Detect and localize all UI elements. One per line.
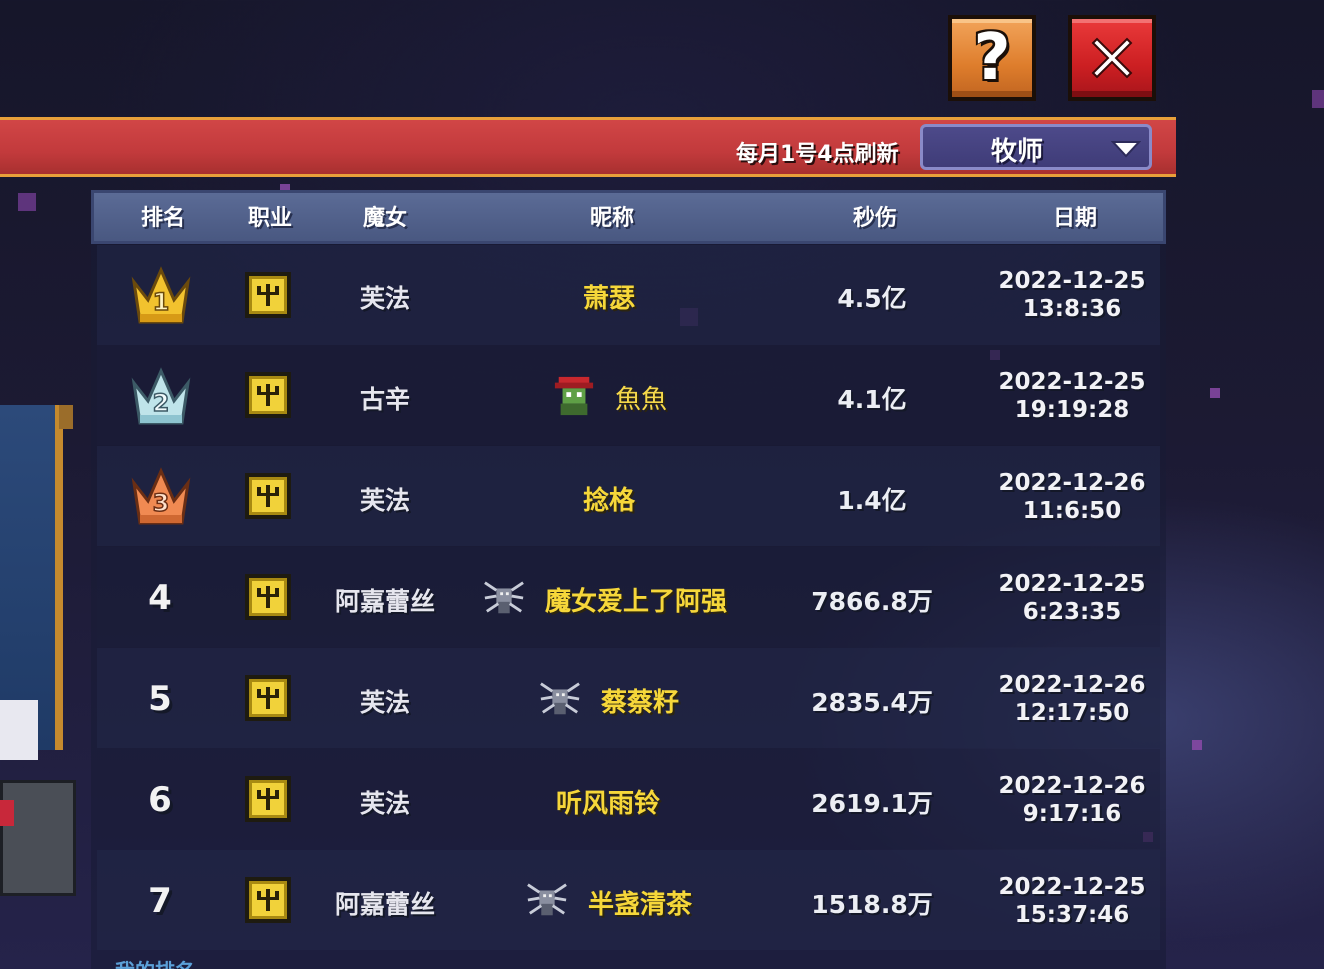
player-nickname[interactable]: 蔡蔡籽 (601, 682, 679, 719)
record-date-day: 2022-12-26 (998, 672, 1146, 698)
priest-class-icon (245, 473, 291, 519)
record-date-time: 19:19:28 (1014, 397, 1130, 423)
priest-class-icon (245, 372, 291, 418)
rank-number: 5 (148, 679, 172, 719)
record-date-time: 9:17:16 (1022, 801, 1122, 827)
record-date-time: 12:17:50 (1014, 700, 1130, 726)
silver-crown-icon: 2 (131, 367, 191, 425)
record-date-day: 2022-12-25 (998, 369, 1146, 395)
record-date-time: 11:6:50 (1022, 498, 1122, 524)
player-character-sprite (0, 700, 76, 969)
question-mark-icon: ? (973, 21, 1011, 95)
priest-class-icon (245, 776, 291, 822)
record-date-day: 2022-12-26 (998, 773, 1146, 799)
character-accent (0, 800, 14, 826)
close-button[interactable] (1068, 15, 1156, 101)
character-body (0, 780, 76, 896)
record-date-time: 15:37:46 (1014, 902, 1130, 928)
witch-name: 芙法 (359, 486, 410, 515)
record-date-day: 2022-12-25 (998, 571, 1146, 597)
record-date: 2022-12-25 15:37:46 (972, 873, 1172, 929)
player-nickname[interactable]: 听风雨铃 (556, 783, 660, 820)
spider-avatar-icon (540, 682, 580, 715)
witch-name: 芙法 (359, 688, 410, 717)
record-date: 2022-12-25 13:8:36 (972, 267, 1172, 323)
player-nickname[interactable]: 半盏清茶 (588, 884, 692, 921)
background-building (0, 405, 73, 750)
priest-class-icon (245, 877, 291, 923)
witch-name: 阿嘉蕾丝 (334, 890, 435, 919)
record-date-day: 2022-12-26 (998, 470, 1146, 496)
svg-text:3: 3 (153, 489, 170, 517)
dps-value: 1518.8万 (811, 890, 933, 919)
column-header-witch: 魔女 (362, 206, 407, 231)
column-header-nickname: 昵称 (589, 206, 634, 231)
my-rank-label[interactable]: 我的排名 (115, 955, 195, 969)
rank-number: 7 (148, 881, 172, 921)
record-date-day: 2022-12-25 (998, 874, 1146, 900)
dps-value: 7866.8万 (811, 587, 933, 616)
dps-value: 4.1亿 (837, 385, 907, 414)
record-date: 2022-12-26 11:6:50 (972, 469, 1172, 525)
player-nickname[interactable]: 魔女爱上了阿强 (545, 581, 727, 618)
priest-class-icon (245, 675, 291, 721)
player-nickname[interactable]: 魚魚 (615, 379, 667, 416)
witch-name: 阿嘉蕾丝 (334, 587, 435, 616)
gold-crown-icon: 1 (131, 266, 191, 324)
dps-value: 2835.4万 (811, 688, 933, 717)
rank-number: 6 (148, 780, 172, 820)
witch-name: 芙法 (359, 789, 410, 818)
sparkle-decoration (1192, 740, 1202, 750)
class-filter-value: 牧师 (991, 137, 1044, 167)
player-nickname[interactable]: 捻格 (583, 480, 635, 517)
record-date: 2022-12-25 6:23:35 (972, 570, 1172, 626)
chevron-down-icon (1111, 141, 1141, 158)
spider-avatar-icon (527, 883, 567, 916)
bronze-crown-icon: 3 (131, 467, 191, 525)
spider-avatar-icon (484, 581, 524, 614)
record-date-time: 13:8:36 (1022, 296, 1122, 322)
record-date: 2022-12-26 9:17:16 (972, 772, 1172, 828)
svg-text:1: 1 (153, 288, 170, 316)
svg-text:2: 2 (153, 389, 170, 417)
record-date: 2022-12-25 19:19:28 (972, 368, 1172, 424)
sparkle-decoration (18, 193, 36, 211)
refresh-note: 每月1号4点刷新 (736, 142, 899, 167)
priest-class-icon (245, 272, 291, 318)
column-header-dps: 秒伤 (852, 206, 897, 231)
dps-value: 1.4亿 (837, 486, 907, 515)
class-filter-dropdown[interactable]: 牧师 (920, 124, 1152, 170)
column-header-date: 日期 (1052, 206, 1097, 231)
player-nickname[interactable]: 萧瑟 (583, 278, 635, 315)
red-goblin-avatar-icon (554, 376, 594, 416)
rank-number: 4 (148, 578, 172, 618)
character-hair (0, 700, 38, 760)
witch-name: 芙法 (359, 284, 410, 313)
dps-value: 4.5亿 (837, 284, 907, 313)
record-date-time: 6:23:35 (1022, 599, 1122, 625)
record-date-day: 2022-12-25 (998, 268, 1146, 294)
record-date: 2022-12-26 12:17:50 (972, 671, 1172, 727)
priest-class-icon (245, 574, 291, 620)
witch-name: 古辛 (359, 385, 410, 414)
close-x-icon (1091, 37, 1133, 79)
dps-value: 2619.1万 (811, 789, 933, 818)
sparkle-decoration (1312, 90, 1324, 108)
sparkle-decoration (1210, 388, 1220, 398)
help-button[interactable]: ? (948, 15, 1036, 101)
